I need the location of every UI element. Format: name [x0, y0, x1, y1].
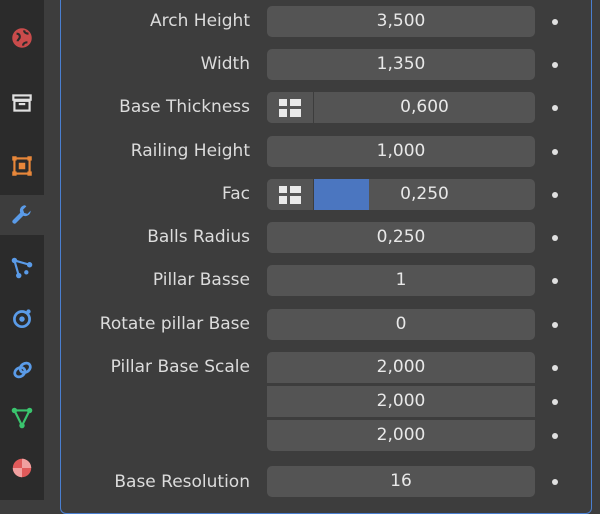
arch-height-value: 3,500 [376, 11, 426, 31]
railing-height-field[interactable]: 1,000 [267, 136, 535, 167]
rotate-pillar-base-keyframe-dot[interactable] [552, 322, 558, 328]
tab-world[interactable] [0, 18, 44, 58]
balls-radius-value: 0,250 [376, 227, 426, 247]
railing-height-value: 1,000 [376, 141, 426, 161]
fac-slider[interactable]: 0,250 [267, 179, 535, 210]
fac-value: 0,250 [400, 184, 449, 204]
object-icon [12, 156, 32, 176]
arch-height-label: Arch Height [150, 11, 250, 31]
base-resolution-label: Base Resolution [114, 472, 250, 492]
tab-modifiers[interactable] [0, 195, 44, 235]
balls-radius-keyframe-dot[interactable] [552, 235, 558, 241]
base-thickness-keyframe-dot[interactable] [552, 105, 558, 111]
material-icon [12, 458, 32, 478]
pillar-basse-field[interactable]: 1 [267, 265, 535, 296]
modifier-wrench-icon [12, 205, 31, 224]
base-thickness-label: Base Thickness [119, 97, 250, 117]
pillar-base-scale-z-keyframe-dot[interactable] [552, 433, 558, 439]
railing-height-keyframe-dot[interactable] [552, 149, 558, 155]
tab-object[interactable] [0, 146, 44, 186]
pillar-base-scale-label: Pillar Base Scale [110, 357, 250, 377]
tab-material[interactable] [0, 448, 44, 488]
collection-icon [12, 94, 32, 112]
pillar-base-scale-z-value: 2,000 [376, 425, 426, 445]
fac-label: Fac [222, 184, 250, 204]
particles-icon [11, 257, 33, 279]
width-keyframe-dot[interactable] [552, 62, 558, 68]
constraints-icon [13, 361, 32, 379]
tab-particles[interactable] [0, 248, 44, 288]
tab-constraints[interactable] [0, 350, 44, 390]
tab-physics[interactable] [0, 298, 44, 338]
node-socket-icon [279, 185, 301, 204]
data-mesh-icon [11, 407, 33, 429]
node-socket-button[interactable] [267, 92, 314, 123]
rotate-pillar-base-label: Rotate pillar Base [99, 314, 250, 334]
node-socket-button[interactable] [267, 179, 314, 210]
world-icon [12, 28, 32, 48]
arch-height-keyframe-dot[interactable] [552, 19, 558, 25]
width-value: 1,350 [376, 54, 426, 74]
pillar-base-scale-y-field[interactable]: 2,000 [267, 386, 535, 417]
physics-icon [13, 309, 31, 329]
width-label: Width [200, 54, 250, 74]
arch-height-field[interactable]: 3,500 [267, 6, 535, 37]
railing-height-label: Railing Height [130, 141, 250, 161]
base-resolution-keyframe-dot[interactable] [552, 479, 558, 485]
pillar-base-scale-z-field[interactable]: 2,000 [267, 420, 535, 451]
tab-data[interactable] [0, 398, 44, 438]
fac-keyframe-dot[interactable] [552, 192, 558, 198]
base-resolution-field[interactable]: 16 [267, 466, 535, 497]
node-socket-icon [279, 98, 301, 117]
pillar-base-scale-y-keyframe-dot[interactable] [552, 399, 558, 405]
balls-radius-label: Balls Radius [147, 227, 250, 247]
tab-collection[interactable] [0, 83, 44, 123]
pillar-base-scale-x-value: 2,000 [376, 357, 426, 377]
base-thickness-value: 0,600 [400, 97, 449, 117]
pillar-base-scale-y-value: 2,000 [376, 391, 426, 411]
pillar-base-scale-x-field[interactable]: 2,000 [267, 352, 535, 383]
base-resolution-value: 16 [390, 471, 412, 491]
base-thickness-field[interactable]: 0,600 [267, 92, 535, 123]
properties-tab-bar [0, 0, 44, 500]
width-field[interactable]: 1,350 [267, 49, 535, 80]
pillar-base-scale-x-keyframe-dot[interactable] [552, 365, 558, 371]
pillar-basse-keyframe-dot[interactable] [552, 278, 558, 284]
pillar-basse-label: Pillar Basse [152, 270, 250, 290]
pillar-basse-value: 1 [395, 270, 407, 290]
rotate-pillar-base-field[interactable]: 0 [267, 309, 535, 340]
balls-radius-field[interactable]: 0,250 [267, 222, 535, 253]
rotate-pillar-base-value: 0 [395, 314, 407, 334]
